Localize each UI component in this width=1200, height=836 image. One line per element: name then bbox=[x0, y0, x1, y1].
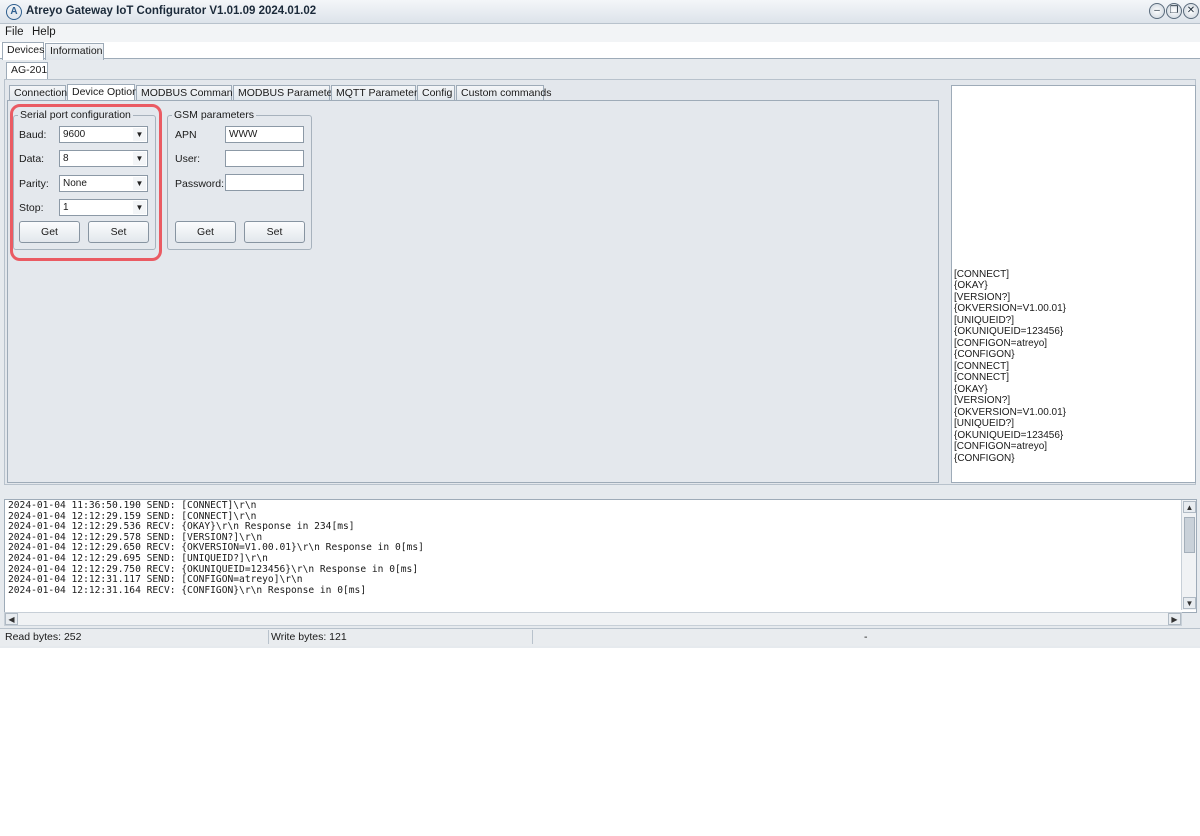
gsm-legend: GSM parameters bbox=[174, 109, 254, 121]
log-line: [CONFIGON=atreyo] bbox=[954, 337, 1048, 349]
restore-icon[interactable]: ❐ bbox=[1166, 3, 1182, 19]
minimize-icon[interactable]: – bbox=[1149, 3, 1165, 19]
communication-log[interactable]: 2024-01-04 11:36:50.190 SEND: [CONNECT]\… bbox=[4, 499, 1197, 613]
menu-bar bbox=[0, 24, 1200, 42]
log-horizontal-scrollbar[interactable]: ◀ ▶ bbox=[4, 612, 1182, 626]
scroll-up-icon[interactable]: ▲ bbox=[1183, 501, 1196, 513]
write-bytes-status: Write bytes: 121 bbox=[271, 631, 347, 643]
password-field[interactable] bbox=[225, 174, 304, 191]
log-line: {OKVERSION=V1.00.01} bbox=[954, 303, 1067, 314]
apn-field[interactable]: WWW bbox=[225, 126, 304, 143]
tab-information[interactable]: Information bbox=[45, 43, 104, 60]
scroll-down-icon[interactable]: ▼ bbox=[1183, 597, 1196, 609]
scroll-left-icon[interactable]: ◀ bbox=[5, 613, 18, 625]
log-line: [VERSION?] bbox=[954, 395, 1011, 406]
splitter[interactable] bbox=[0, 487, 1200, 495]
tab-devices[interactable]: Devices bbox=[2, 42, 44, 60]
user-label: User: bbox=[175, 153, 201, 165]
log-line: 2024-01-04 11:36:50.190 SEND: [CONNECT]\… bbox=[8, 500, 257, 511]
status-divider bbox=[532, 630, 533, 644]
gsm-set-button[interactable]: Set bbox=[244, 221, 305, 243]
command-history-list: [CONNECT] {OKAY} [VERSION?] {OKVERSION=V1.0… bbox=[954, 269, 1066, 465]
log-line: {OKUNIQUEID=123456} bbox=[954, 326, 1064, 337]
menu-help[interactable]: Help bbox=[32, 26, 56, 38]
log-line: [UNIQUEID?] bbox=[954, 418, 1015, 429]
scroll-thumb[interactable] bbox=[1184, 517, 1195, 553]
password-label: Password: bbox=[175, 178, 225, 190]
tab-device-ag201[interactable]: AG-201 bbox=[6, 62, 48, 80]
status-extra: - bbox=[864, 631, 868, 643]
log-line: {OKUNIQUEID=123456} bbox=[954, 429, 1064, 441]
log-line: {OKAY} bbox=[954, 280, 988, 291]
scroll-right-icon[interactable]: ▶ bbox=[1168, 613, 1181, 625]
log-line: [CONNECT] bbox=[954, 372, 1009, 383]
command-history-panel[interactable]: [CONNECT] {OKAY} [VERSION?] {OKVERSION=V1.0… bbox=[951, 85, 1196, 483]
log-line: [VERSION?] bbox=[954, 291, 1011, 303]
log-vertical-scrollbar[interactable]: ▲ ▼ bbox=[1181, 500, 1196, 610]
log-line: 2024-01-04 12:12:29.695 SEND: [UNIQUEID?… bbox=[8, 552, 268, 564]
window-title: Atreyo Gateway IoT Configurator V1.01.09… bbox=[26, 5, 317, 17]
close-icon[interactable]: ✕ bbox=[1183, 3, 1199, 19]
log-line: {CONFIGON} bbox=[954, 452, 1015, 464]
log-line: [UNIQUEID?] bbox=[954, 314, 1015, 326]
log-line: [CONNECT] bbox=[954, 268, 1009, 280]
log-line: {OKAY} bbox=[954, 383, 988, 395]
log-line: [CONNECT] bbox=[954, 360, 1009, 372]
log-line: 2024-01-04 12:12:31.164 RECV: {CONFIGON}… bbox=[8, 584, 367, 596]
log-line: {CONFIGON} bbox=[954, 349, 1015, 360]
menu-file[interactable]: File bbox=[5, 26, 24, 38]
read-bytes-status: Read bytes: 252 bbox=[5, 631, 82, 643]
log-line: {OKVERSION=V1.00.01} bbox=[954, 406, 1067, 418]
app-logo-icon: A bbox=[6, 4, 22, 20]
gsm-get-button[interactable]: Get bbox=[175, 221, 236, 243]
log-line: [CONFIGON=atreyo] bbox=[954, 441, 1048, 452]
status-divider bbox=[268, 630, 269, 644]
status-bar bbox=[0, 628, 1200, 646]
communication-log-list: 2024-01-04 11:36:50.190 SEND: [CONNECT]\… bbox=[8, 500, 424, 596]
user-field[interactable] bbox=[225, 150, 304, 167]
apn-label: APN bbox=[175, 129, 197, 141]
serial-port-highlight bbox=[10, 104, 162, 261]
